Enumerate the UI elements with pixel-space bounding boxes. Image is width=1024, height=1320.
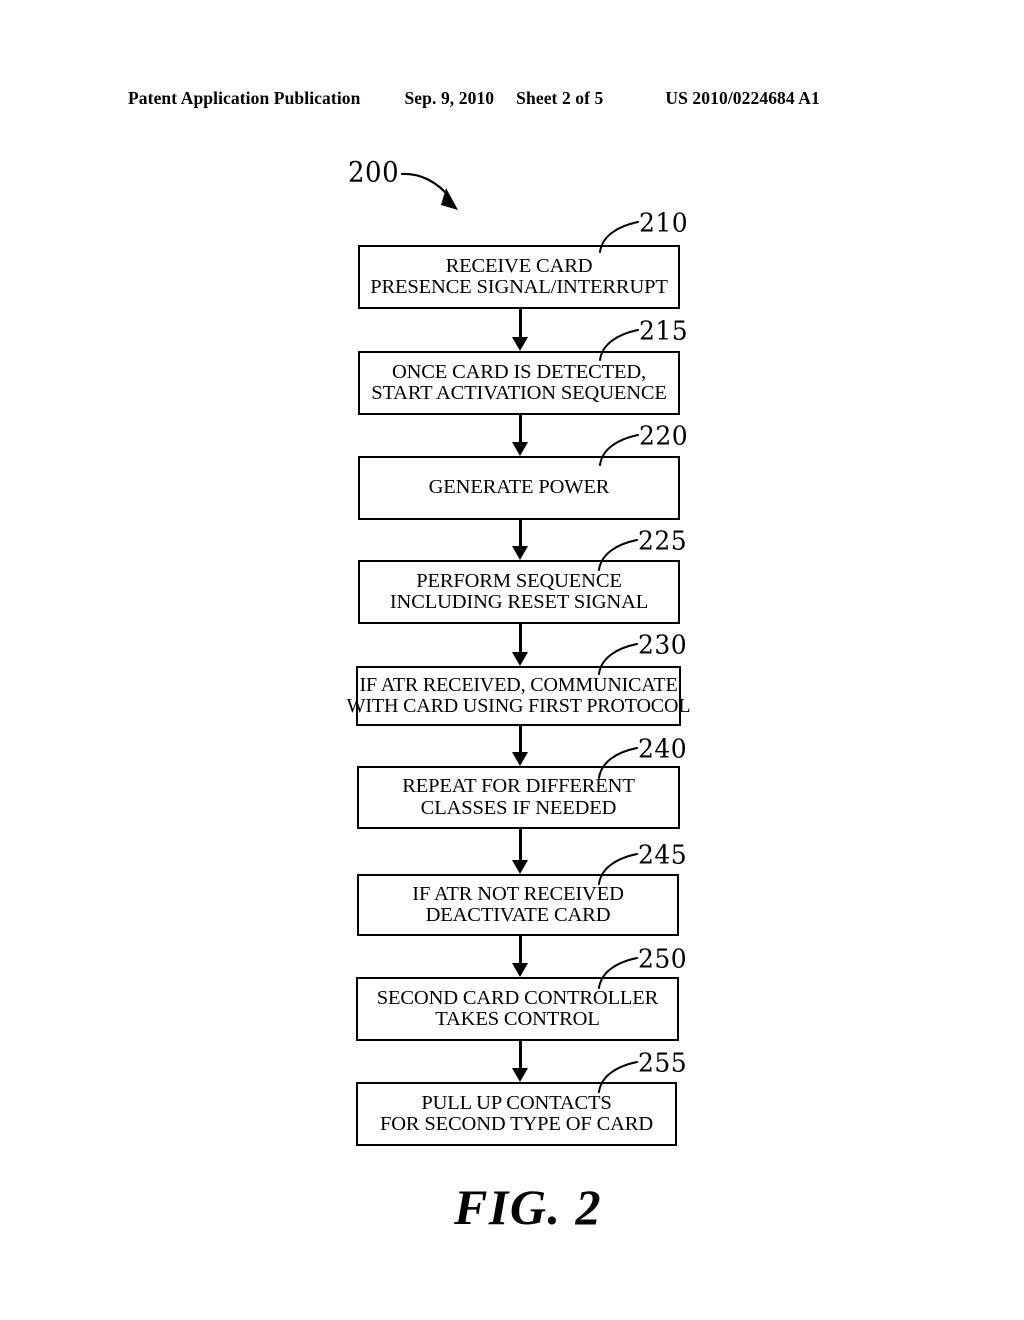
connector-arrow-240-245 xyxy=(512,829,529,874)
flow-step-240[interactable]: REPEAT FOR DIFFERENT CLASSES IF NEEDED xyxy=(357,766,680,829)
flow-step-225[interactable]: PERFORM SEQUENCE INCLUDING RESET SIGNAL xyxy=(358,560,680,624)
flow-step-240-line-2: CLASSES IF NEEDED xyxy=(420,796,617,819)
figure-caption: FIG. 2 xyxy=(454,1179,602,1235)
flow-step-210[interactable]: RECEIVE CARD PRESENCE SIGNAL/INTERRUPT xyxy=(358,245,680,309)
flow-step-220-line-1: GENERATE POWER xyxy=(428,476,610,499)
flow-step-255-line-1: PULL UP CONTACTS xyxy=(421,1091,612,1114)
flow-step-255-line-2: FOR SECOND TYPE OF CARD xyxy=(380,1113,653,1135)
flow-step-250-line-1: SECOND CARD CONTROLLER xyxy=(376,986,659,1009)
patent-figure-2: 200 RECEIVE CARD PRESENCE SIGNAL/INTERRU… xyxy=(0,0,1024,1320)
connector-arrow-210-215 xyxy=(512,309,529,351)
connector-arrow-230-240 xyxy=(512,726,529,766)
flow-step-210-line-1: RECEIVE CARD xyxy=(445,254,593,277)
flow-step-225-line-1: PERFORM SEQUENCE xyxy=(416,569,622,592)
reference-numeral-245: 245 xyxy=(638,839,688,870)
diagram-callout-arrow xyxy=(400,160,470,218)
flow-step-230[interactable]: IF ATR RECEIVED, COMMUNICATE WITH CARD U… xyxy=(347,666,690,726)
connector-arrow-250-255 xyxy=(512,1041,529,1082)
reference-numeral-215: 215 xyxy=(639,315,689,346)
flow-step-230-line-2: WITH CARD USING FIRST PROTOCOL xyxy=(346,695,691,717)
reference-numeral-250: 250 xyxy=(638,943,688,974)
reference-numeral-210: 210 xyxy=(639,207,689,238)
diagram-reference-numeral-200: 200 xyxy=(348,157,400,189)
flow-step-210-line-2: PRESENCE SIGNAL/INTERRUPT xyxy=(370,276,668,298)
connector-arrow-215-220 xyxy=(512,415,529,456)
reference-numeral-255: 255 xyxy=(638,1047,688,1078)
flow-step-250-line-2: TAKES CONTROL xyxy=(435,1008,600,1030)
flow-step-215[interactable]: ONCE CARD IS DETECTED, START ACTIVATION … xyxy=(358,351,680,415)
flow-step-255[interactable]: PULL UP CONTACTS FOR SECOND TYPE OF CARD xyxy=(356,1082,677,1146)
flow-step-240-line-1: REPEAT FOR DIFFERENT xyxy=(402,775,635,798)
reference-numeral-230: 230 xyxy=(638,629,688,660)
reference-numeral-220: 220 xyxy=(639,420,689,451)
flow-step-215-line-2: START ACTIVATION SEQUENCE xyxy=(371,382,667,404)
connector-arrow-245-250 xyxy=(512,936,529,977)
flow-step-230-line-1: IF ATR RECEIVED, COMMUNICATE xyxy=(359,674,678,697)
flow-step-220[interactable]: GENERATE POWER xyxy=(358,456,680,520)
reference-numeral-225: 225 xyxy=(638,525,688,556)
flow-step-250[interactable]: SECOND CARD CONTROLLER TAKES CONTROL xyxy=(356,977,679,1041)
flow-step-245-line-2: DEACTIVATE CARD xyxy=(425,904,611,926)
flow-step-225-line-2: INCLUDING RESET SIGNAL xyxy=(389,591,649,613)
flow-step-245[interactable]: IF ATR NOT RECEIVED DEACTIVATE CARD xyxy=(357,874,679,936)
connector-arrow-220-225 xyxy=(512,520,529,560)
flow-step-215-line-1: ONCE CARD IS DETECTED, xyxy=(391,360,647,383)
reference-numeral-240: 240 xyxy=(638,733,688,764)
flow-step-245-line-1: IF ATR NOT RECEIVED xyxy=(412,882,624,905)
connector-arrow-225-230 xyxy=(512,624,529,666)
